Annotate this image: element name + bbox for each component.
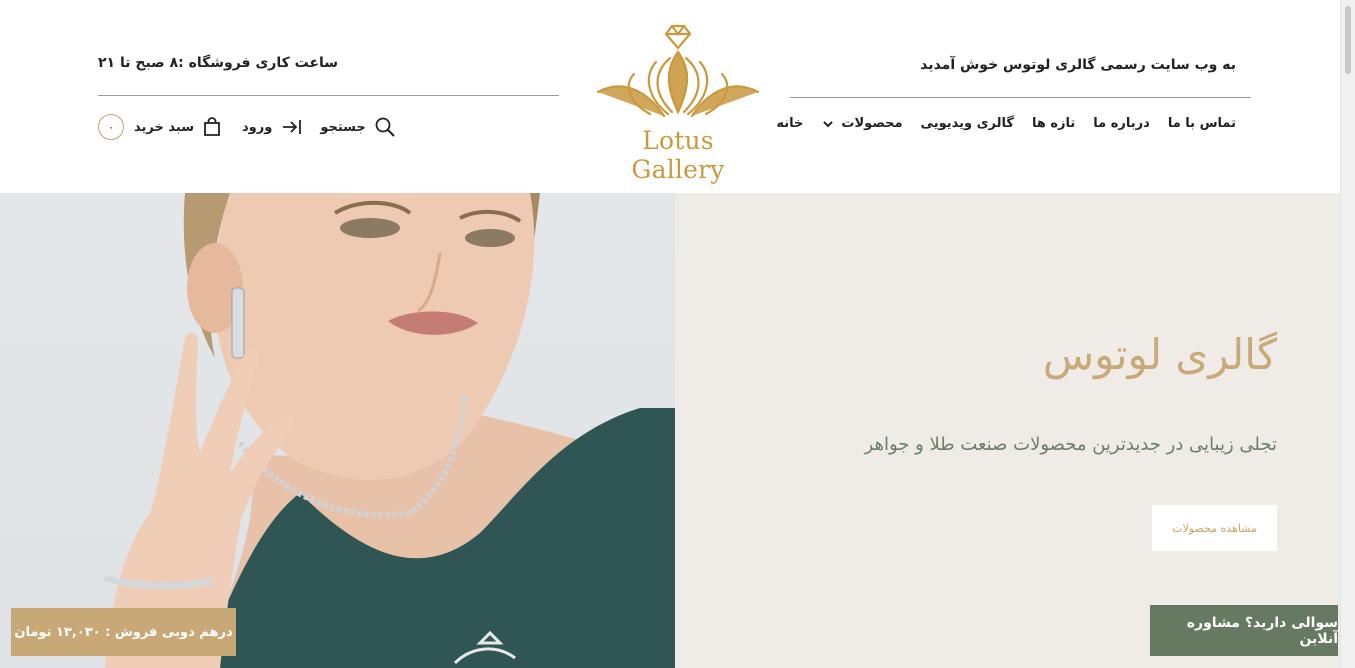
scrollbar-thumb[interactable] (1345, 6, 1351, 74)
logo-text: Lotus Gallery (631, 126, 725, 184)
chevron-down-icon (823, 120, 834, 127)
header-divider-left (98, 95, 559, 96)
main-nav: خانه محصولات گالری ویدیویی تازه ها دربار… (776, 116, 1236, 131)
search-icon (375, 117, 395, 137)
model-illustration (104, 193, 675, 668)
header-tools: ۰ سبد خرید ورود جستجو (98, 114, 396, 140)
cart-label: سبد خرید (134, 119, 194, 135)
cart-button[interactable]: سبد خرید (134, 117, 222, 137)
site-header: به وب سایت رسمی گالری لوتوس خوش آمدید سا… (0, 0, 1340, 193)
header-divider-right (790, 97, 1251, 98)
cart-count-badge: ۰ (98, 114, 124, 140)
nav-label: گالری ویدیویی (920, 116, 1014, 131)
view-products-button[interactable]: مشاهده محصولات (1152, 505, 1277, 551)
nav-item-news[interactable]: تازه ها (1032, 116, 1075, 131)
model-jewelry-photo (0, 193, 675, 668)
login-arrow-icon (283, 120, 302, 134)
online-consult-button[interactable]: سوالی دارید؟ مشاوره آنلاین (1150, 605, 1338, 656)
welcome-text: به وب سایت رسمی گالری لوتوس خوش آمدید (920, 57, 1236, 73)
nav-label: درباره ما (1093, 116, 1150, 131)
hero-title: گالری لوتوس (1042, 330, 1277, 379)
hero-subtitle: تجلی زیبایی در جدیدترین محصولات صنعت طلا… (864, 434, 1277, 455)
shopping-bag-icon (204, 117, 220, 136)
login-button[interactable]: ورود (242, 118, 302, 136)
search-button[interactable]: جستجو (320, 116, 395, 138)
nav-label: تماس با ما (1167, 116, 1236, 131)
nav-item-products[interactable]: محصولات (821, 116, 903, 131)
nav-item-home[interactable]: خانه (776, 116, 803, 131)
search-label: جستجو (320, 119, 366, 135)
dirham-price-badge: درهم دوبی فروش : ۱۳,۰۳۰ تومان (11, 608, 236, 656)
nav-item-contact[interactable]: تماس با ما (1168, 116, 1236, 131)
nav-item-about[interactable]: درباره ما (1093, 116, 1150, 131)
nav-label: محصولات (841, 116, 903, 131)
nav-item-video-gallery[interactable]: گالری ویدیویی (921, 116, 1014, 131)
nav-label: تازه ها (1031, 116, 1076, 131)
lotus-emblem-icon (596, 24, 760, 118)
login-label: ورود (241, 119, 273, 135)
store-hours: ساعت کاری فروشگاه :۸ صبح تا ۲۱ (98, 55, 339, 71)
nav-label: خانه (776, 116, 804, 131)
page-scrollbar[interactable] (1340, 0, 1355, 668)
hero-banner: گالری لوتوس تجلی زیبایی در جدیدترین محصو… (0, 193, 1340, 668)
lotus-gallery-logo[interactable]: Lotus Gallery (594, 22, 762, 184)
